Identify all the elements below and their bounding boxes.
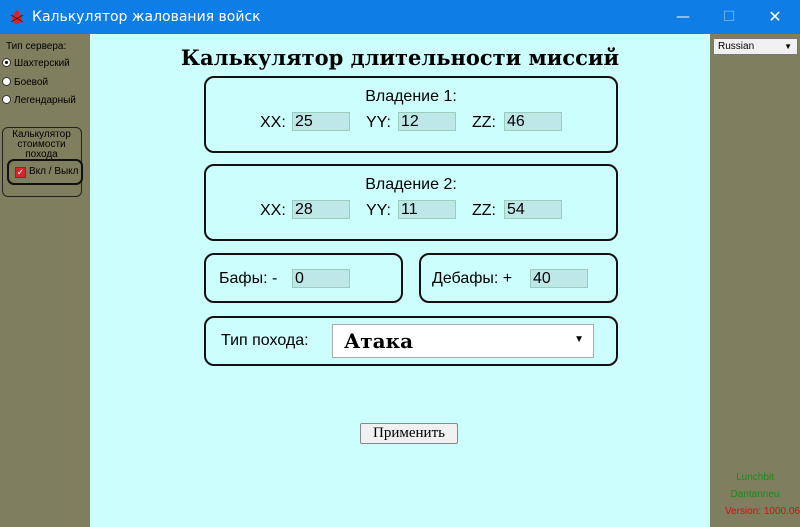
debuffs-card: Дебафы: + 40 <box>419 253 618 303</box>
checkbox-checked-icon[interactable]: ✓ <box>15 167 26 178</box>
yy-label: YY: <box>366 114 391 131</box>
left-sidebar: Тип сервера: Шахтерский Боевой Легендарн… <box>0 34 90 527</box>
holding-2-title: Владение 2: <box>365 176 457 193</box>
radio-server-legendary[interactable]: Легендарный <box>2 95 76 106</box>
buffs-label: Бафы: - <box>219 270 278 287</box>
server-type-label: Тип сервера: <box>6 41 67 52</box>
cost-calculator-title: Калькулятор стоимости похода <box>12 129 71 160</box>
holding-1-zz-input[interactable]: 46 <box>504 112 562 131</box>
apply-button[interactable]: Применить <box>360 423 458 444</box>
holding-2-zz-input[interactable]: 54 <box>504 200 562 219</box>
radio-icon[interactable] <box>2 58 11 67</box>
title-bar: Калькулятор жалования войск — ☐ ✕ <box>0 0 800 34</box>
radio-server-miner[interactable]: Шахтерский <box>2 58 70 69</box>
holding-1-card: Владение 1: XX: 25 YY: 12 ZZ: 46 <box>204 76 618 153</box>
credit-author-1: Lunchbit <box>736 472 774 483</box>
close-button[interactable]: ✕ <box>752 0 798 34</box>
zz-label: ZZ: <box>472 202 496 219</box>
buffs-input[interactable]: 0 <box>292 269 350 288</box>
minimize-button[interactable]: — <box>660 0 706 34</box>
cost-calculator-toggle[interactable]: ✓ Вкл / Выкл <box>7 159 83 185</box>
holding-2-yy-input[interactable]: 11 <box>398 200 456 219</box>
march-type-card: Тип похода: Атака ▼ <box>204 316 618 366</box>
page-title: Калькулятор длительности миссий <box>180 45 620 70</box>
holding-2-xx-input[interactable]: 28 <box>292 200 350 219</box>
xx-label: XX: <box>260 202 286 219</box>
chevron-down-icon: ▼ <box>574 334 584 345</box>
version-label: Version: 1000.06 <box>724 506 800 517</box>
march-type-label: Тип похода: <box>221 332 309 349</box>
language-select[interactable]: Russian ▼ <box>713 38 798 55</box>
maximize-button[interactable]: ☐ <box>706 0 752 34</box>
holding-1-title: Владение 1: <box>365 88 457 105</box>
radio-server-combat[interactable]: Боевой <box>2 77 48 88</box>
radio-icon[interactable] <box>2 95 11 104</box>
radio-icon[interactable] <box>2 77 11 86</box>
debuffs-label: Дебафы: + <box>432 270 513 287</box>
xx-label: XX: <box>260 114 286 131</box>
zz-label: ZZ: <box>472 114 496 131</box>
chevron-down-icon: ▼ <box>784 42 792 51</box>
toggle-label: Вкл / Выкл <box>29 166 79 177</box>
buffs-card: Бафы: - 0 <box>204 253 403 303</box>
cost-calculator-group: Калькулятор стоимости похода ✓ Вкл / Вык… <box>2 127 83 197</box>
debuffs-input[interactable]: 40 <box>530 269 588 288</box>
march-type-select[interactable]: Атака ▼ <box>332 324 594 358</box>
credit-author-2: Dantanneu <box>730 489 780 500</box>
holding-1-xx-input[interactable]: 25 <box>292 112 350 131</box>
window-title: Калькулятор жалования войск <box>32 9 261 25</box>
right-sidebar: Russian ▼ Lunchbit Dantanneu Version: 10… <box>710 34 800 527</box>
main-panel: Калькулятор длительности миссий Владение… <box>90 34 710 527</box>
yy-label: YY: <box>366 202 391 219</box>
march-type-value: Атака <box>344 329 414 353</box>
holding-1-yy-input[interactable]: 12 <box>398 112 456 131</box>
holding-2-card: Владение 2: XX: 28 YY: 11 ZZ: 54 <box>204 164 618 241</box>
bug-icon <box>10 10 24 24</box>
